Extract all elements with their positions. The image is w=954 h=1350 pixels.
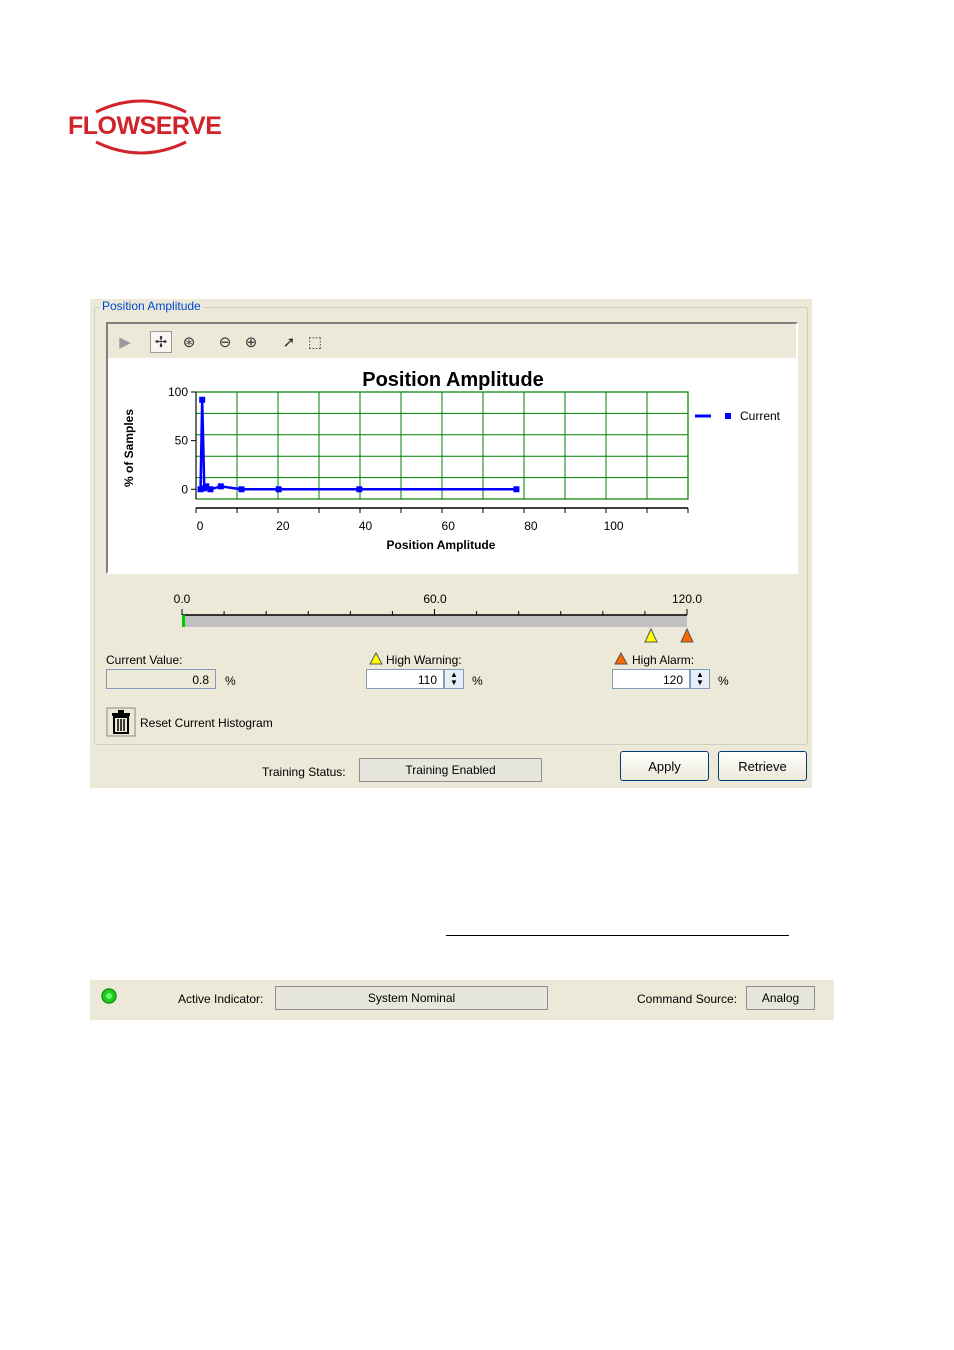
zoom-axis-icon[interactable]: ⊛ (178, 331, 200, 353)
legend: Current (695, 409, 781, 423)
data-point (275, 486, 282, 493)
command-source-value: Analog (746, 986, 815, 1010)
logo-text: FLOWSERVE (68, 112, 222, 140)
chart-toolbar: ▶ ✢ ⊛ ⊖ ⊕ ➚ ⬚ (108, 324, 796, 358)
y-tick-label: 100 (168, 385, 188, 399)
status-bar: Active Indicator: System Nominal Command… (90, 980, 834, 1020)
active-indicator-label: Active Indicator: (178, 992, 264, 1006)
x-axis-label: Position Amplitude (387, 538, 496, 552)
training-status-label: Training Status: (262, 765, 346, 779)
pointer-icon[interactable]: ➚ (278, 331, 300, 353)
y-axis-label: % of Samples (122, 409, 136, 487)
high-warning-icon (369, 652, 383, 665)
data-point (513, 486, 520, 493)
range-slider: 0.0 60.0 120.0 (90, 579, 812, 643)
x-tick-label: 60 (442, 519, 456, 533)
alarm-marker-icon[interactable] (680, 627, 694, 643)
data-point (238, 486, 245, 493)
position-amplitude-panel: Position Amplitude ▶ ✢ ⊛ ⊖ ⊕ ➚ ⬚ Positio… (90, 299, 812, 788)
flowserve-logo: FLOWSERVE (66, 98, 222, 156)
range-slider-svg[interactable]: 0.0 60.0 120.0 (90, 579, 812, 645)
play-icon[interactable]: ▶ (114, 331, 136, 353)
data-point (199, 396, 206, 403)
retrieve-button[interactable]: Retrieve (718, 751, 807, 781)
x-tick-label: 80 (524, 519, 538, 533)
slider-ticks (181, 609, 688, 615)
y-tick-label: 50 (175, 434, 189, 448)
pan-icon[interactable]: ✢ (150, 331, 172, 353)
grid-layer (195, 391, 689, 500)
zoom-in-icon[interactable]: ⊕ (240, 331, 262, 353)
legend-marker (725, 413, 731, 419)
high-warning-spinner[interactable]: ▲ ▼ (444, 669, 464, 689)
apply-button[interactable]: Apply (620, 751, 709, 781)
x-tick-label: 0 (197, 519, 204, 533)
slider-max-label: 120.0 (672, 592, 702, 606)
reset-histogram-label[interactable]: Reset Current Histogram (140, 716, 273, 730)
current-value-label: Current Value: (106, 653, 183, 667)
current-value-unit: % (225, 674, 236, 688)
high-alarm-input[interactable]: 120 (612, 669, 690, 689)
slider-current-marker (182, 615, 185, 627)
plot-area: Position Amplitude 0 50 100 0 20 40 60 80 100 Po… (108, 358, 796, 572)
slider-track (182, 615, 687, 627)
command-source-label: Command Source: (637, 992, 738, 1006)
warning-marker-icon[interactable] (644, 627, 658, 643)
current-value-field: 0.8 (106, 669, 216, 689)
y-tick-label: 0 (181, 482, 188, 496)
high-warning-input[interactable]: 110 (366, 669, 444, 689)
chart-title: Position Amplitude (362, 369, 543, 391)
spin-down-icon: ▼ (696, 678, 704, 687)
high-alarm-icon (614, 652, 628, 665)
high-alarm-unit: % (718, 674, 729, 688)
x-tick-label: 100 (604, 519, 624, 533)
x-tick-label: 20 (276, 519, 290, 533)
zoom-out-icon[interactable]: ⊖ (214, 331, 236, 353)
selection-icon[interactable]: ⬚ (304, 331, 326, 353)
status-led-icon (101, 988, 117, 1004)
legend-label: Current (740, 409, 781, 423)
data-point (207, 486, 214, 493)
spin-down-icon: ▼ (450, 678, 458, 687)
histogram-chart[interactable]: Position Amplitude 0 50 100 0 20 40 60 80 100 Po… (108, 358, 796, 572)
group-title: Position Amplitude (100, 299, 203, 313)
high-warning-unit: % (472, 674, 483, 688)
high-alarm-label: High Alarm: (632, 653, 695, 667)
x-tick-label: 40 (359, 519, 373, 533)
active-indicator-value: System Nominal (275, 986, 548, 1010)
trash-icon[interactable] (106, 707, 136, 737)
chart-container: ▶ ✢ ⊛ ⊖ ⊕ ➚ ⬚ Position Amplitude 0 50 100 0… (106, 322, 798, 574)
high-alarm-spinner[interactable]: ▲ ▼ (690, 669, 710, 689)
slider-min-label: 0.0 (174, 592, 191, 606)
link-underline (446, 935, 789, 936)
high-warning-label: High Warning: (386, 653, 462, 667)
data-point (356, 486, 363, 493)
slider-mid-label: 60.0 (423, 592, 447, 606)
training-status-value: Training Enabled (359, 758, 542, 782)
data-point (217, 483, 224, 490)
